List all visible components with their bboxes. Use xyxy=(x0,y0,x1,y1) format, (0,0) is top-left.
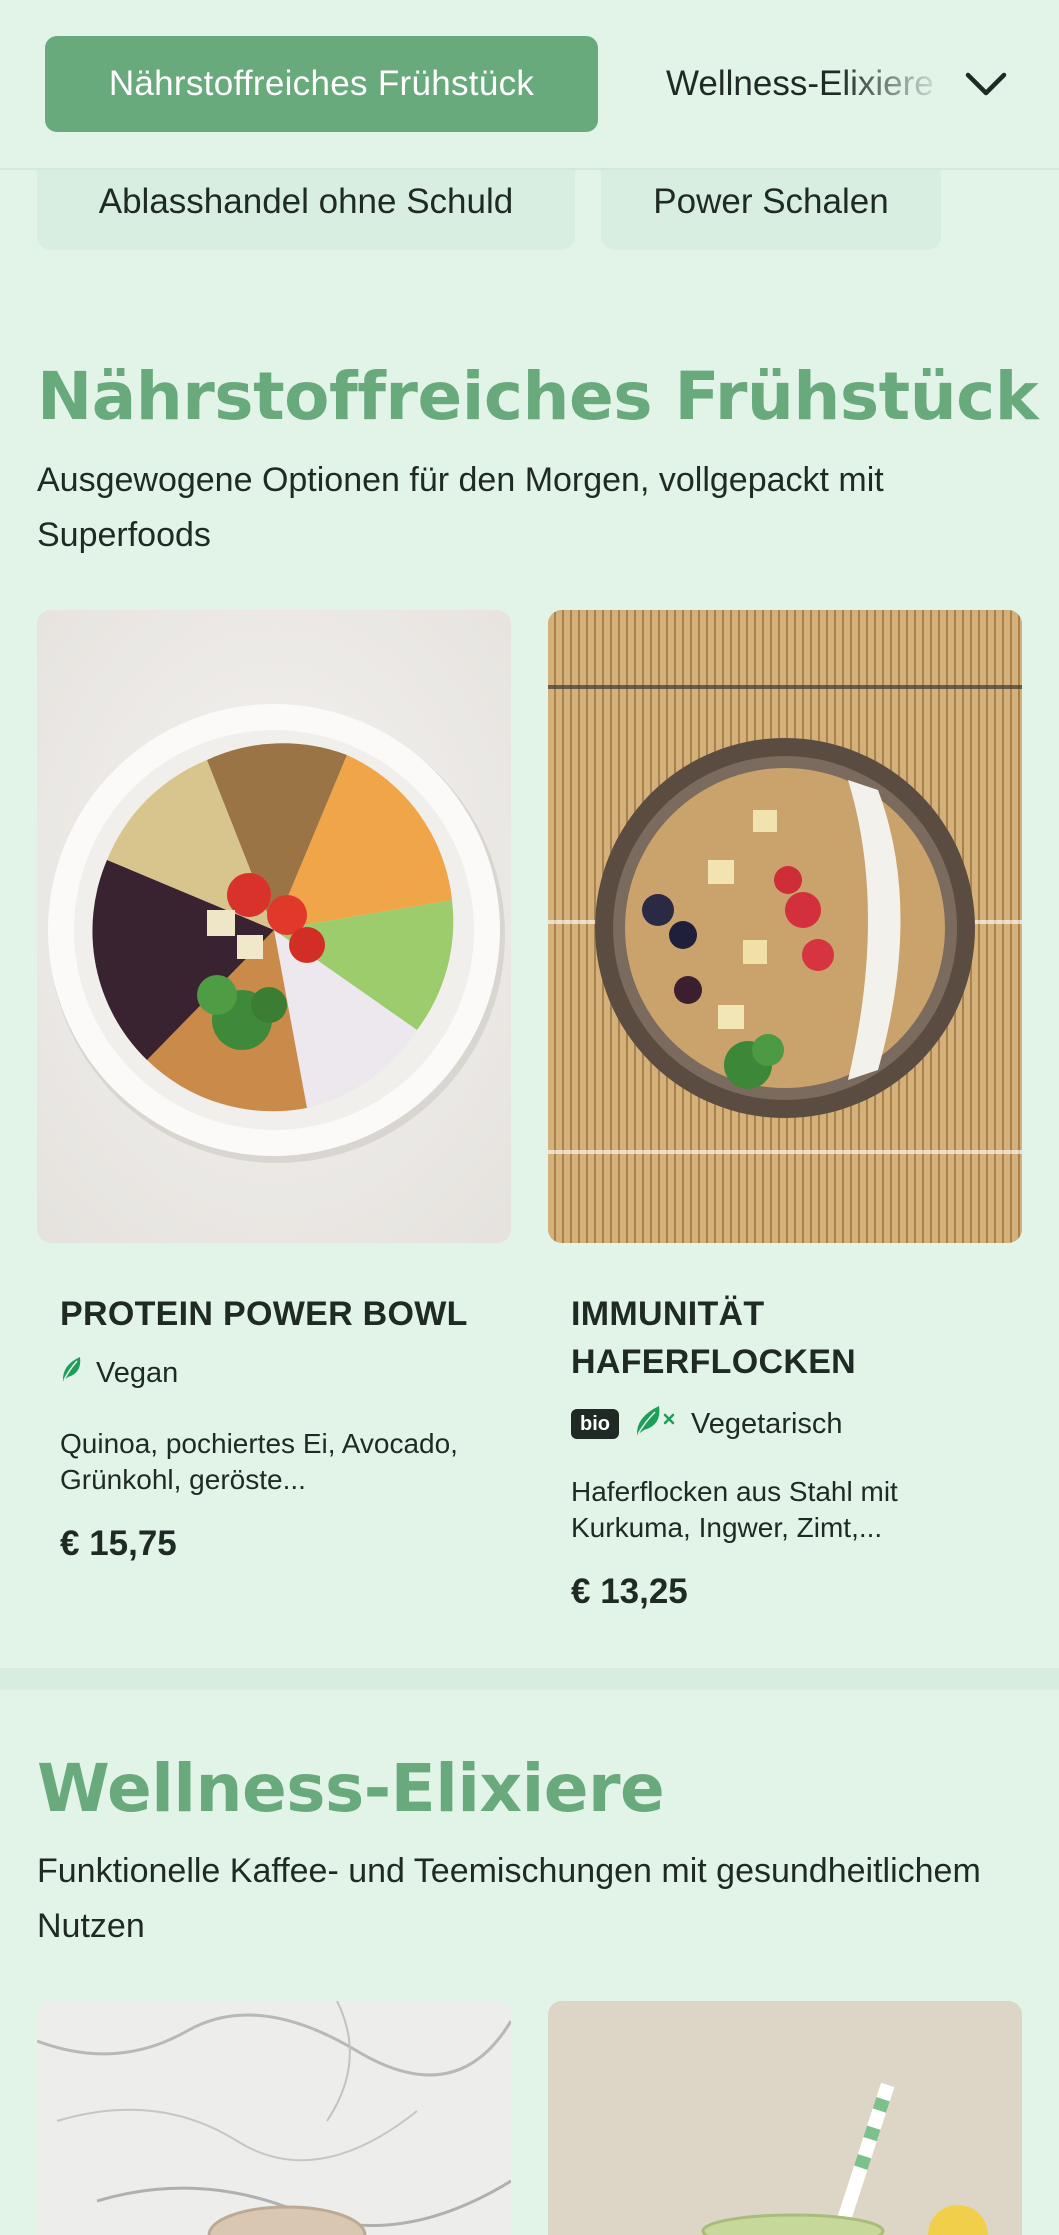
category-tab-next[interactable]: Wellness-Elixiere xyxy=(666,36,946,132)
section-divider xyxy=(0,1668,1059,1690)
category-tab-active[interactable]: Nährstoffreiches Frühstück xyxy=(45,36,598,132)
immunitaet-haferflocken-image[interactable] xyxy=(548,610,1022,1243)
vegetarian-icon xyxy=(633,1403,677,1445)
diet-label: Vegan xyxy=(96,1356,179,1389)
diet-info: bio Vegetarisch xyxy=(571,1403,843,1445)
item-description: Haferflocken aus Stahl mit Kurkuma, Ingw… xyxy=(571,1476,898,1543)
section-title-breakfast: Nährstoffreiches Frühstück xyxy=(37,358,1039,435)
elixier-image-1[interactable] xyxy=(37,2001,511,2235)
item-price: € 13,25 xyxy=(571,1572,688,1611)
section-subtitle-elixiere: Funktionelle Kaffee- und Teemischungen m… xyxy=(37,1852,981,1945)
section-subtitle-breakfast: Ausgewogene Optionen für den Morgen, vol… xyxy=(37,461,884,554)
item-description: Quinoa, pochiertes Ei, Avocado, Grünkohl… xyxy=(60,1428,458,1495)
section-title-elixiere: Wellness-Elixiere xyxy=(37,1750,665,1827)
item-name-immunitaet-haferflocken[interactable]: IMMUNITÄT HAFERFLOCKEN xyxy=(571,1290,991,1386)
diet-info: Vegan xyxy=(60,1355,178,1391)
elixier-image-2[interactable] xyxy=(548,2001,1022,2235)
bio-badge: bio xyxy=(571,1409,619,1439)
item-name-protein-power-bowl[interactable]: PROTEIN POWER BOWL xyxy=(60,1290,500,1338)
diet-label: Vegetarisch xyxy=(691,1407,843,1440)
chevron-down-icon[interactable] xyxy=(956,54,1016,114)
item-price: € 15,75 xyxy=(60,1524,177,1563)
protein-power-bowl-image[interactable] xyxy=(37,610,511,1243)
leaf-icon xyxy=(60,1355,82,1391)
category-bar: Nährstoffreiches Frühstück Wellness-Elix… xyxy=(0,0,1059,170)
